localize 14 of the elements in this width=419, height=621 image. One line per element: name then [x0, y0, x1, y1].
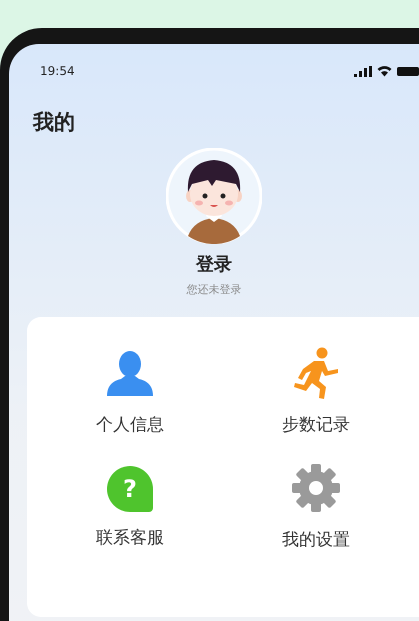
menu-label[interactable]: 联系客服	[96, 526, 164, 549]
avatar-drawing[interactable]	[166, 148, 262, 244]
menu-label[interactable]: 我的设置	[282, 528, 350, 551]
menu-label[interactable]: 步数记录	[282, 413, 350, 436]
status-time: 19:54	[40, 64, 75, 78]
wifi-icon	[377, 65, 392, 77]
running-person-icon[interactable]	[292, 347, 340, 399]
battery-icon	[397, 66, 419, 76]
page-title: 我的	[33, 109, 76, 136]
signal-icon	[354, 66, 372, 76]
settings-icon[interactable]	[291, 462, 341, 514]
login-hint: 您还未登录	[186, 282, 242, 297]
menu-label[interactable]: 个人信息	[96, 413, 164, 436]
login-link[interactable]: 登录	[196, 252, 232, 276]
